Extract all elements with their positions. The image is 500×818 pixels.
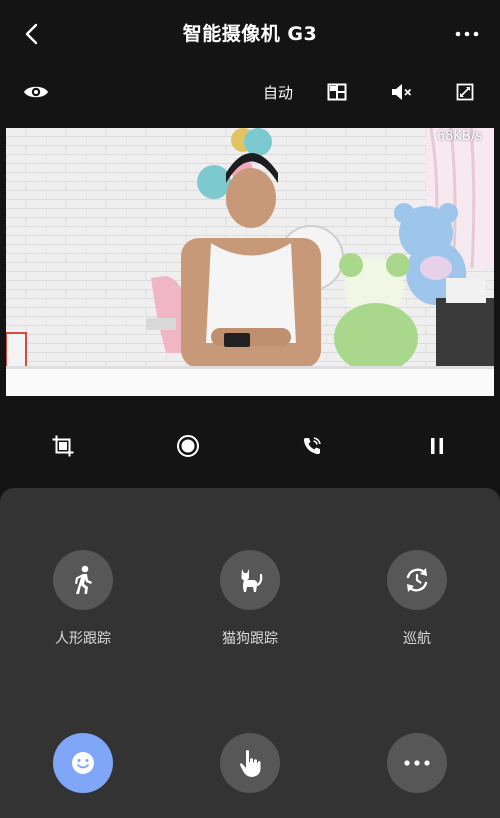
eye-button[interactable] (22, 80, 50, 104)
chevron-left-icon (25, 23, 38, 45)
pet-tracking-feature: 猫狗跟踪 (190, 550, 310, 648)
fullscreen-button[interactable] (453, 80, 477, 104)
record-icon (177, 435, 199, 457)
pet-tracking-button[interactable] (220, 550, 280, 610)
split-view-icon (327, 83, 347, 101)
crop-screenshot-icon (52, 435, 74, 457)
page-title: 智能摄像机 G3 (182, 23, 318, 45)
playback-controls (0, 425, 500, 465)
feature-panel: 人形跟踪 猫狗跟踪 巡航 (0, 488, 500, 818)
cat-icon (241, 569, 263, 592)
cruise-button[interactable] (387, 550, 447, 610)
live-video-feed[interactable]: 68KB/s (6, 128, 494, 396)
mute-button[interactable] (390, 80, 414, 104)
touch-feature (190, 733, 310, 793)
cruise-rotate-icon (406, 568, 428, 592)
feature-label: 巡航 (403, 631, 431, 647)
more-dots-icon (455, 31, 479, 37)
video-toolbar: 自动 (0, 72, 500, 112)
pause-button[interactable] (424, 433, 450, 459)
more-menu-button[interactable] (452, 22, 482, 46)
speaker-muted-icon (392, 84, 412, 100)
hand-pointer-icon (240, 750, 261, 777)
feature-label: 猫狗跟踪 (222, 631, 278, 647)
top-bar: 智能摄像机 G3 (0, 0, 500, 68)
eye-icon (24, 86, 48, 98)
face-feature (23, 733, 143, 793)
cruise-feature: 巡航 (357, 550, 477, 648)
split-view-button[interactable] (325, 80, 349, 104)
more-features-button[interactable] (387, 733, 447, 793)
more-features (357, 733, 477, 793)
face-button[interactable] (53, 733, 113, 793)
human-tracking-feature: 人形跟踪 (23, 550, 143, 648)
record-button[interactable] (175, 433, 201, 459)
fullscreen-icon (456, 83, 474, 101)
human-tracking-button[interactable] (53, 550, 113, 610)
smile-face-icon (72, 752, 94, 774)
pause-icon (431, 438, 443, 454)
more-dots-icon (404, 760, 430, 766)
back-button[interactable] (18, 20, 46, 48)
quality-selector[interactable]: 自动 (263, 82, 293, 103)
screenshot-button[interactable] (50, 433, 76, 459)
camera-frame-image (6, 128, 494, 396)
feature-label: 人形跟踪 (55, 631, 111, 647)
phone-call-icon (303, 437, 321, 455)
call-button[interactable] (299, 433, 325, 459)
walking-person-icon (75, 565, 92, 594)
bitrate-indicator: 68KB/s (436, 129, 482, 144)
touch-button[interactable] (220, 733, 280, 793)
